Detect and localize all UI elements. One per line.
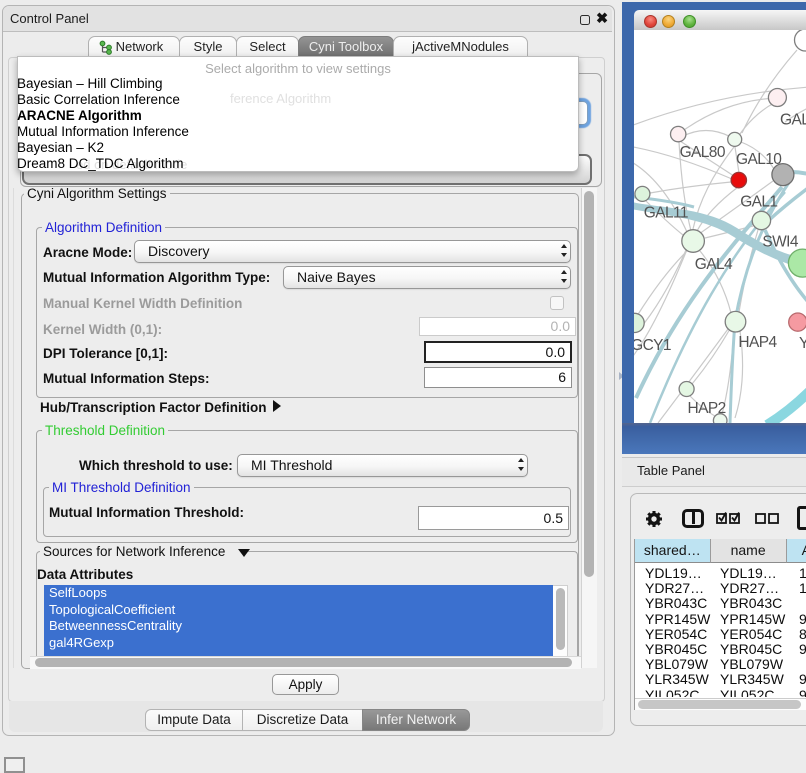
svg-text:GAL10: GAL10 <box>736 151 782 168</box>
svg-text:GAL4: GAL4 <box>695 256 733 273</box>
svg-text:GAL1: GAL1 <box>740 194 777 211</box>
svg-text:GAL11: GAL11 <box>644 205 688 222</box>
svg-text:GAL8: GAL8 <box>780 112 806 129</box>
svg-text:HAP4: HAP4 <box>738 334 777 351</box>
svg-text:GCY1: GCY1 <box>634 337 671 354</box>
svg-text:HAP2: HAP2 <box>688 400 726 417</box>
svg-text:SWI4: SWI4 <box>762 234 798 251</box>
svg-text:GAL80: GAL80 <box>680 144 726 161</box>
svg-text:Y: Y <box>799 335 806 352</box>
